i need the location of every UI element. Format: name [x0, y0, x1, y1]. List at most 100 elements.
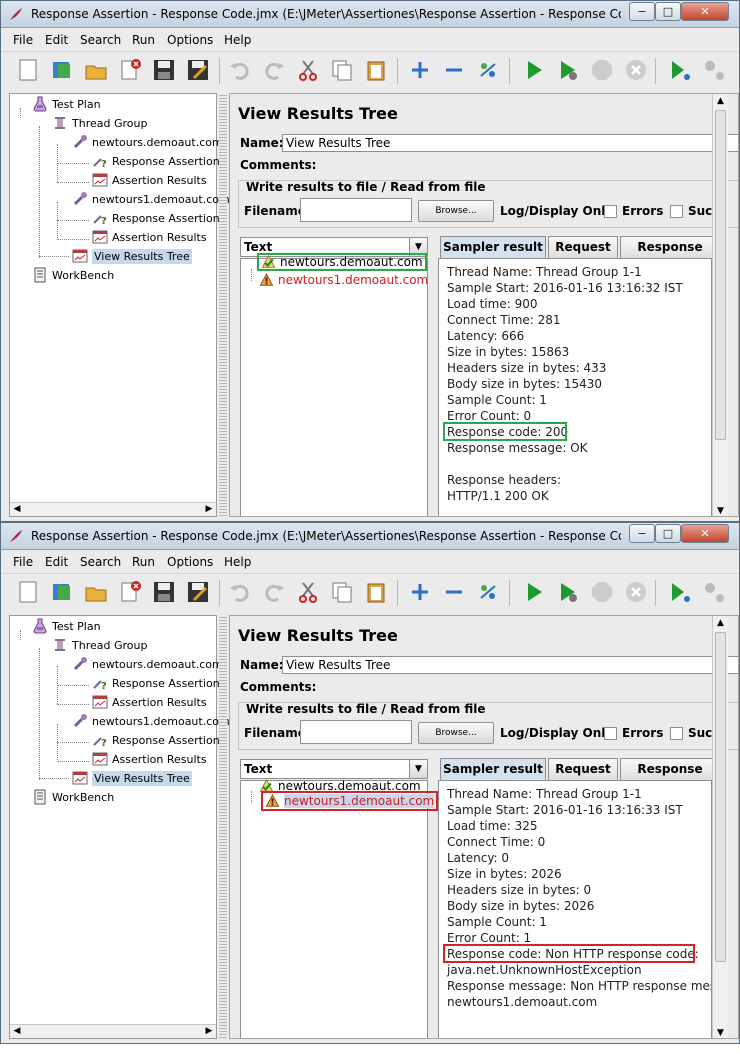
minimize-button[interactable]: −	[629, 2, 655, 21]
tree-horizontal-scrollbar[interactable]: ◀ ▶	[10, 502, 216, 516]
copy-icon[interactable]	[327, 55, 357, 85]
menu-run[interactable]: Run	[132, 33, 155, 47]
paste-icon[interactable]	[361, 55, 391, 85]
start-icon[interactable]	[519, 55, 549, 85]
new-icon[interactable]	[13, 577, 43, 607]
maximize-button[interactable]: □	[655, 2, 681, 21]
tree-node-workbench[interactable]: WorkBench	[32, 788, 114, 806]
copy-icon[interactable]	[327, 577, 357, 607]
save-icon[interactable]	[149, 577, 179, 607]
minimize-button[interactable]: −	[629, 524, 655, 543]
remote-start-icon[interactable]	[665, 577, 695, 607]
tab-response-data[interactable]: Response data	[620, 236, 720, 274]
test-plan-tree[interactable]: Test Plan Thread Group newtours.demoaut.…	[9, 93, 230, 517]
save-as-icon[interactable]	[183, 55, 213, 85]
shutdown-icon[interactable]	[621, 55, 651, 85]
menu-edit[interactable]: Edit	[45, 33, 68, 47]
tree-node-response-assertion[interactable]: Response Assertion	[92, 209, 220, 227]
redo-icon[interactable]	[259, 55, 289, 85]
sample-results-list[interactable]: newtours.demoaut.com newtours1.demoaut.c…	[240, 253, 428, 516]
test-plan-tree[interactable]: Test Plan Thread Group newtours.demoaut.…	[9, 615, 230, 1039]
tree-node-thread-group[interactable]: Thread Group	[52, 636, 147, 654]
browse-button[interactable]: Browse...	[418, 200, 494, 222]
tree-node-test-plan[interactable]: Test Plan	[32, 95, 101, 113]
tab-sampler-result[interactable]: Sampler result	[440, 236, 546, 258]
paste-icon[interactable]	[361, 577, 391, 607]
split-pane-divider[interactable]	[219, 615, 227, 1039]
cut-icon[interactable]	[293, 577, 323, 607]
menu-run[interactable]: Run	[132, 555, 155, 569]
tab-request[interactable]: Request	[548, 758, 618, 780]
tree-node-assertion-results[interactable]: Assertion Results	[92, 228, 207, 246]
start-no-pause-icon[interactable]	[553, 577, 583, 607]
result-item-error[interactable]: newtours1.demoaut.com	[261, 791, 439, 811]
menu-search[interactable]: Search	[80, 33, 121, 47]
collapse-icon[interactable]	[439, 55, 469, 85]
errors-checkbox[interactable]	[604, 727, 617, 740]
tree-node-test-plan[interactable]: Test Plan	[32, 617, 101, 635]
result-item-error[interactable]: newtours1.demoaut.com	[259, 271, 428, 288]
tree-node-sampler[interactable]: newtours1.demoaut.com	[72, 712, 230, 730]
filename-field[interactable]	[300, 198, 412, 222]
toggle-icon[interactable]	[473, 55, 503, 85]
collapse-icon[interactable]	[439, 577, 469, 607]
split-pane-divider[interactable]	[219, 93, 227, 517]
tree-node-workbench[interactable]: WorkBench	[32, 266, 114, 284]
maximize-button[interactable]: □	[655, 524, 681, 543]
expand-icon[interactable]	[405, 55, 435, 85]
main-vertical-scrollbar[interactable]: ▲ ▼	[712, 616, 728, 1038]
successes-checkbox[interactable]	[670, 727, 683, 740]
tree-node-response-assertion[interactable]: Response Assertion	[92, 152, 220, 170]
sample-results-list[interactable]: newtours.demoaut.com newtours1.demoaut.c…	[240, 778, 439, 1038]
tree-node-assertion-results[interactable]: Assertion Results	[92, 750, 207, 768]
tree-horizontal-scrollbar[interactable]: ◀ ▶	[10, 1024, 216, 1038]
tree-node-sampler[interactable]: newtours1.demoaut.com	[72, 190, 230, 208]
undo-icon[interactable]	[225, 577, 255, 607]
new-icon[interactable]	[13, 55, 43, 85]
tree-node-thread-group[interactable]: Thread Group	[52, 114, 147, 132]
start-no-pause-icon[interactable]	[553, 55, 583, 85]
remote-start-icon[interactable]	[665, 55, 695, 85]
stop-icon[interactable]	[587, 55, 617, 85]
save-icon[interactable]	[149, 55, 179, 85]
menu-help[interactable]: Help	[224, 555, 251, 569]
tree-node-sampler[interactable]: newtours.demoaut.com	[72, 133, 223, 151]
save-as-icon[interactable]	[183, 577, 213, 607]
menu-options[interactable]: Options	[167, 555, 213, 569]
stop-icon[interactable]	[587, 577, 617, 607]
menu-help[interactable]: Help	[224, 33, 251, 47]
tree-node-assertion-results[interactable]: Assertion Results	[92, 693, 207, 711]
browse-button[interactable]: Browse...	[418, 722, 494, 744]
name-field[interactable]: View Results Tree	[282, 134, 738, 152]
name-field[interactable]: View Results Tree	[282, 656, 738, 674]
close-window-button[interactable]: ✕	[681, 2, 729, 21]
open-icon[interactable]	[81, 577, 111, 607]
menu-file[interactable]: File	[13, 555, 33, 569]
menu-file[interactable]: File	[13, 33, 33, 47]
close-icon[interactable]	[115, 577, 145, 607]
open-icon[interactable]	[81, 55, 111, 85]
tree-node-response-assertion[interactable]: Response Assertion	[92, 731, 220, 749]
tree-node-sampler[interactable]: newtours.demoaut.com	[72, 655, 223, 673]
expand-icon[interactable]	[405, 577, 435, 607]
tree-node-response-assertion[interactable]: Response Assertion	[92, 674, 220, 692]
toggle-icon[interactable]	[473, 577, 503, 607]
close-window-button[interactable]: ✕	[681, 524, 729, 543]
cut-icon[interactable]	[293, 55, 323, 85]
main-vertical-scrollbar[interactable]: ▲ ▼	[712, 94, 728, 516]
remote-stop-icon[interactable]	[699, 55, 729, 85]
tree-node-view-results-tree[interactable]: View Results Tree	[72, 769, 192, 787]
chevron-down-icon[interactable]: ▼	[409, 760, 427, 778]
templates-icon[interactable]	[47, 55, 77, 85]
redo-icon[interactable]	[259, 577, 289, 607]
filename-field[interactable]	[300, 720, 412, 744]
close-icon[interactable]	[115, 55, 145, 85]
tab-response-data[interactable]: Response data	[620, 758, 720, 796]
tab-sampler-result[interactable]: Sampler result	[440, 758, 546, 780]
remote-stop-icon[interactable]	[699, 577, 729, 607]
undo-icon[interactable]	[225, 55, 255, 85]
menu-edit[interactable]: Edit	[45, 555, 68, 569]
tree-node-view-results-tree[interactable]: View Results Tree	[72, 247, 192, 265]
templates-icon[interactable]	[47, 577, 77, 607]
errors-checkbox[interactable]	[604, 205, 617, 218]
